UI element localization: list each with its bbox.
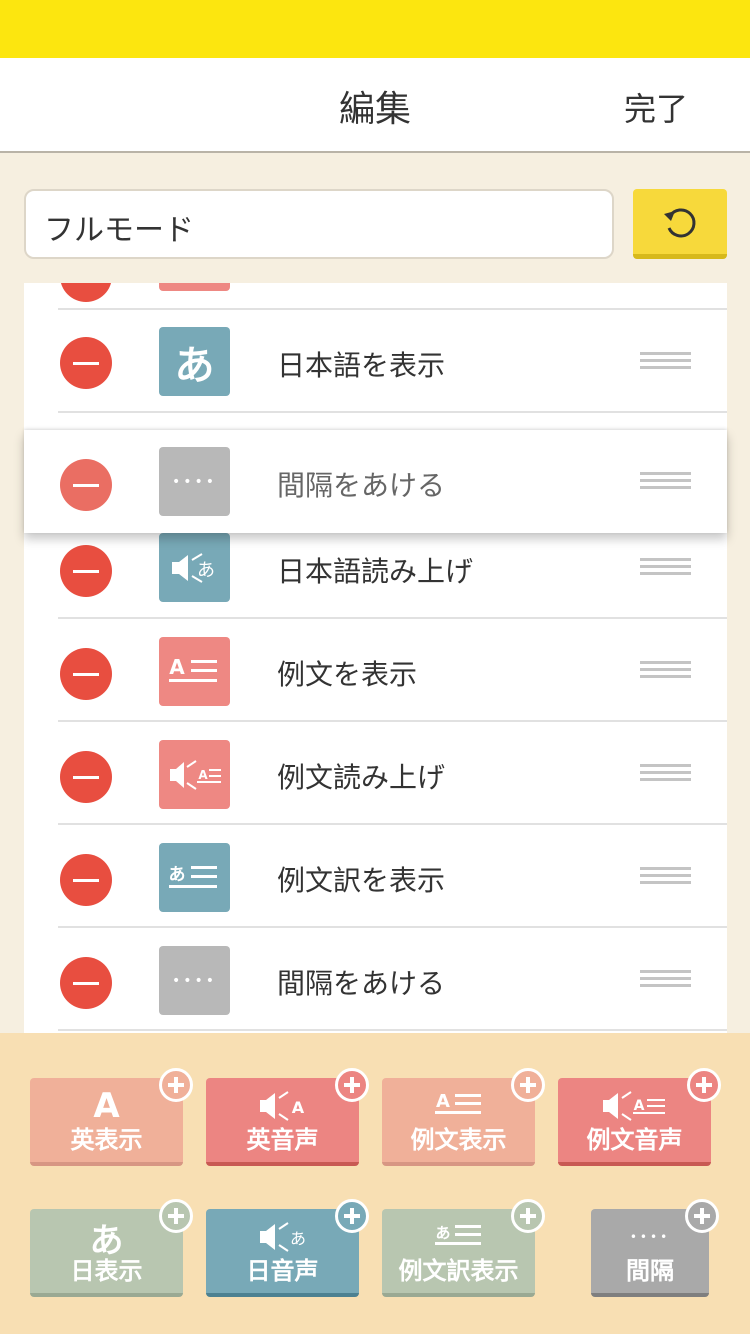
svg-text:あ: あ: [289, 1229, 305, 1248]
plus-icon: [159, 1199, 193, 1233]
reorder-handle-icon[interactable]: [640, 970, 691, 990]
list-item[interactable]: あ 日本語を表示: [24, 310, 727, 413]
plus-icon: [335, 1199, 369, 1233]
hiragana-a-icon: あ: [89, 1220, 124, 1261]
svg-text:A: A: [169, 655, 185, 679]
svg-text:A: A: [633, 1098, 644, 1114]
example-text-icon: A: [159, 637, 230, 706]
plus-icon: [511, 1068, 545, 1102]
dragging-list-item[interactable]: •••• 間隔をあける: [24, 430, 727, 533]
done-button[interactable]: 完了: [624, 84, 688, 130]
plus-icon: [511, 1199, 545, 1233]
add-english-audio-button[interactable]: A 英音声: [206, 1068, 369, 1166]
reorder-handle-icon[interactable]: [640, 352, 691, 372]
add-japanese-audio-button[interactable]: あ 日音声: [206, 1199, 369, 1297]
list-item-label: 日本語を表示: [277, 349, 446, 382]
list-item-label: 例文読み上げ: [277, 761, 446, 794]
speaker-hiragana-icon: あ: [159, 533, 230, 602]
dots-icon: ••••: [629, 1230, 671, 1244]
reset-icon: [664, 208, 696, 237]
step-list: あ 日本語を表示 あ 日本語読み上げ A 例文を表示 A 例文読み上げ あ 例文…: [24, 283, 727, 1033]
add-translation-display-button[interactable]: あ 例文訳表示: [382, 1199, 545, 1297]
mode-name-input[interactable]: フルモード: [24, 189, 614, 259]
plus-icon: [335, 1068, 369, 1102]
dots-icon: ••••: [159, 946, 230, 1015]
svg-text:あ: あ: [197, 560, 215, 581]
reorder-handle-icon[interactable]: [640, 867, 691, 887]
list-item-label: 例文訳を表示: [277, 864, 446, 897]
reorder-handle-icon[interactable]: [640, 558, 691, 578]
plus-icon: [685, 1199, 719, 1233]
speaker-letter-a-icon: A: [254, 1086, 312, 1126]
delete-button[interactable]: [60, 957, 112, 1009]
svg-text:A: A: [436, 1091, 450, 1112]
example-text-icon: [159, 283, 230, 291]
add-english-display-button[interactable]: A 英表示: [30, 1068, 193, 1166]
plus-icon: [687, 1068, 721, 1102]
translation-text-icon: あ: [159, 843, 230, 912]
speaker-hiragana-icon: あ: [254, 1217, 312, 1257]
list-item[interactable]: あ 例文訳を表示: [24, 825, 727, 928]
svg-text:A: A: [291, 1098, 304, 1117]
list-item-label: 例文を表示: [277, 658, 418, 691]
reorder-handle-icon[interactable]: [640, 472, 691, 492]
add-step-palette: A 英表示 A 英音声 A 例文表示 A 例文音声 あ 日表示 あ 日音声 あ …: [0, 1033, 750, 1334]
list-item[interactable]: A 例文を表示: [24, 619, 727, 722]
reorder-handle-icon[interactable]: [640, 764, 691, 784]
list-item[interactable]: •••• 間隔をあける: [24, 928, 727, 1031]
add-japanese-display-button[interactable]: あ 日表示: [30, 1199, 193, 1297]
speaker-example-icon: A: [599, 1086, 671, 1126]
reset-button[interactable]: [633, 189, 727, 259]
dots-icon: ••••: [159, 447, 230, 516]
svg-text:あ: あ: [435, 1224, 450, 1242]
add-example-audio-button[interactable]: A 例文音声: [558, 1068, 721, 1166]
list-item: [24, 283, 727, 310]
delete-button[interactable]: [60, 337, 112, 389]
svg-text:A: A: [198, 768, 208, 782]
delete-button[interactable]: [60, 283, 112, 302]
list-item-label: 間隔をあける: [277, 967, 446, 1000]
delete-button[interactable]: [60, 545, 112, 597]
add-example-display-button[interactable]: A 例文表示: [382, 1068, 545, 1166]
add-interval-button[interactable]: •••• 間隔: [591, 1199, 719, 1297]
list-item-label: 間隔をあける: [277, 469, 446, 502]
plus-icon: [159, 1068, 193, 1102]
list-item[interactable]: A 例文読み上げ: [24, 722, 727, 825]
list-item-label: 日本語読み上げ: [277, 555, 474, 588]
translation-text-icon: あ: [433, 1217, 485, 1257]
delete-button[interactable]: [60, 854, 112, 906]
delete-button[interactable]: [60, 459, 112, 511]
svg-text:あ: あ: [168, 865, 185, 885]
reorder-handle-icon[interactable]: [640, 661, 691, 681]
letter-a-icon: A: [93, 1086, 120, 1126]
nav-header: 編集 完了: [0, 58, 750, 153]
hiragana-a-icon: あ: [159, 327, 230, 396]
delete-button[interactable]: [60, 751, 112, 803]
speaker-example-icon: A: [159, 740, 230, 809]
delete-button[interactable]: [60, 648, 112, 700]
example-text-icon: A: [433, 1086, 485, 1126]
